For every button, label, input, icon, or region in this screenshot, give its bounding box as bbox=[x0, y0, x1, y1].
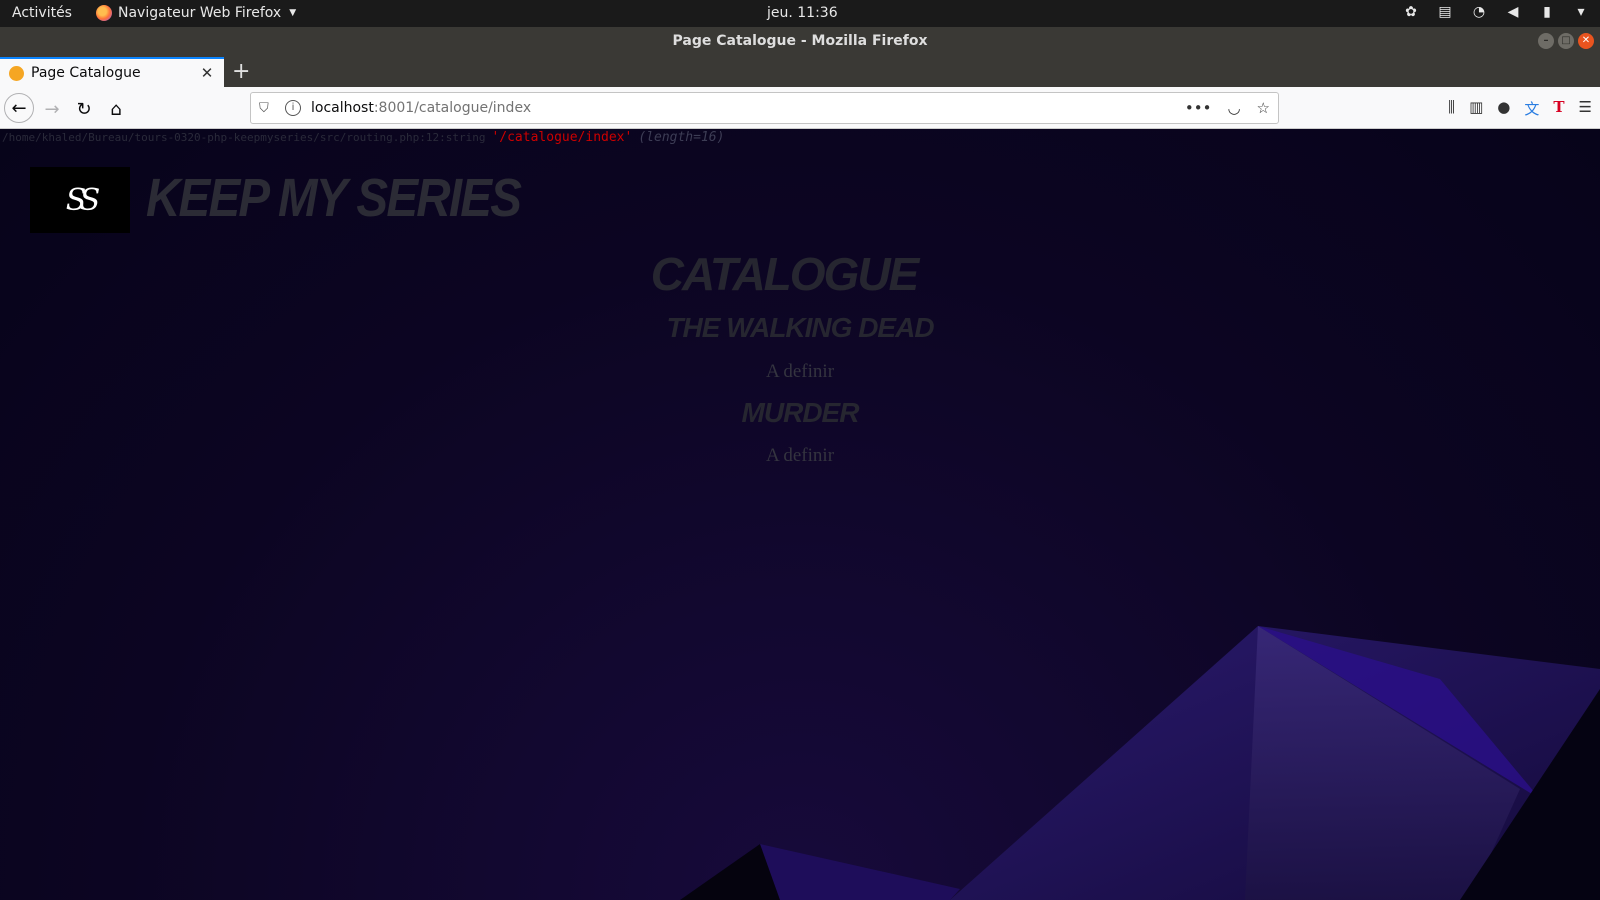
page-content: /home/khaled/Bureau/tours-0320-php-keepm… bbox=[0, 129, 1600, 900]
bookmark-star-icon[interactable]: ☆ bbox=[1257, 99, 1270, 117]
battery-icon[interactable]: ▮ bbox=[1538, 3, 1556, 21]
url-bar-actions: ••• ◡ ☆ bbox=[1185, 99, 1270, 117]
minimize-icon[interactable]: – bbox=[1538, 33, 1554, 49]
clock[interactable]: jeu. 11:36 bbox=[767, 5, 838, 21]
home-icon[interactable]: ⌂ bbox=[102, 95, 130, 123]
new-tab-icon[interactable]: + bbox=[232, 59, 250, 84]
inbox-icon[interactable]: ▤ bbox=[1436, 3, 1454, 21]
system-tray: ✿ ▤ ◔ ◀ ▮ ▾ bbox=[1402, 3, 1590, 21]
forward-arrow-icon[interactable]: → bbox=[38, 95, 66, 123]
activities-button[interactable]: Activités bbox=[12, 5, 72, 21]
window-title-bar: Page Catalogue - Mozilla Firefox – □ ✕ bbox=[0, 27, 1600, 57]
tab-strip: Page Catalogue ✕ + bbox=[0, 57, 1600, 87]
sidebar-icon[interactable]: ▥ bbox=[1469, 98, 1483, 119]
site-info-icon[interactable]: i bbox=[285, 100, 301, 116]
firefox-icon bbox=[96, 5, 112, 21]
php-debug-dump: /home/khaled/Bureau/tours-0320-php-keepm… bbox=[2, 130, 724, 145]
debug-value: '/catalogue/index' bbox=[491, 130, 633, 145]
notification-icon[interactable]: ✿ bbox=[1402, 3, 1420, 21]
navigation-toolbar: ← → ↻ ⌂ ⛉ i localhost:8001/catalogue/ind… bbox=[0, 87, 1600, 129]
url-text[interactable]: localhost:8001/catalogue/index bbox=[311, 100, 531, 116]
hamburger-menu-icon[interactable]: ☰ bbox=[1579, 98, 1592, 119]
window-controls: – □ ✕ bbox=[1538, 33, 1594, 49]
background-mountains bbox=[680, 626, 1600, 900]
library-icon[interactable]: ⫼ bbox=[1448, 98, 1455, 119]
debug-path: /home/khaled/Bureau/tours-0320-php-keepm… bbox=[2, 131, 486, 144]
back-arrow-icon[interactable]: ← bbox=[4, 93, 34, 123]
close-tab-icon[interactable]: ✕ bbox=[198, 64, 216, 82]
reload-icon[interactable]: ↻ bbox=[70, 95, 98, 123]
wifi-icon[interactable]: ◔ bbox=[1470, 3, 1488, 21]
pocket-icon[interactable]: ◡ bbox=[1227, 99, 1240, 117]
close-window-icon[interactable]: ✕ bbox=[1578, 33, 1594, 49]
system-menu-caret-icon[interactable]: ▾ bbox=[1572, 3, 1590, 21]
series-description: A definir bbox=[765, 361, 835, 382]
tab-label: Page Catalogue bbox=[31, 65, 141, 81]
window-title: Page Catalogue - Mozilla Firefox bbox=[672, 33, 928, 49]
favicon-icon bbox=[9, 65, 24, 81]
tab-page-catalogue[interactable]: Page Catalogue ✕ bbox=[0, 57, 224, 87]
tracking-shield-icon[interactable]: ⛉ bbox=[259, 101, 277, 116]
caret-down-icon: ▼ bbox=[289, 8, 297, 18]
site-brand[interactable]: Keep my series bbox=[146, 167, 522, 229]
series-title: Murder bbox=[741, 397, 860, 428]
url-bar[interactable]: ⛉ i localhost:8001/catalogue/index ••• ◡… bbox=[250, 92, 1279, 124]
app-menu-label: Navigateur Web Firefox bbox=[118, 5, 282, 21]
page-title: Catalogue bbox=[650, 248, 920, 300]
translate-icon[interactable]: 文 bbox=[1524, 98, 1539, 119]
maximize-icon[interactable]: □ bbox=[1558, 33, 1574, 49]
debug-length: (length=16) bbox=[638, 130, 725, 145]
series-title: The walking dead bbox=[666, 312, 934, 343]
system-top-bar: Activités Navigateur Web Firefox ▼ jeu. … bbox=[0, 0, 1600, 27]
page-actions-icon[interactable]: ••• bbox=[1185, 99, 1212, 117]
toolbar-right: ⫼ ▥ ● 文 T ☰ bbox=[1448, 98, 1592, 119]
account-icon[interactable]: ● bbox=[1497, 98, 1510, 119]
extension-t-icon[interactable]: T bbox=[1553, 98, 1564, 119]
app-menu[interactable]: Navigateur Web Firefox ▼ bbox=[96, 5, 296, 21]
site-logo[interactable]: SS bbox=[30, 167, 130, 233]
series-description: A definir bbox=[765, 445, 835, 466]
volume-icon[interactable]: ◀ bbox=[1504, 3, 1522, 21]
